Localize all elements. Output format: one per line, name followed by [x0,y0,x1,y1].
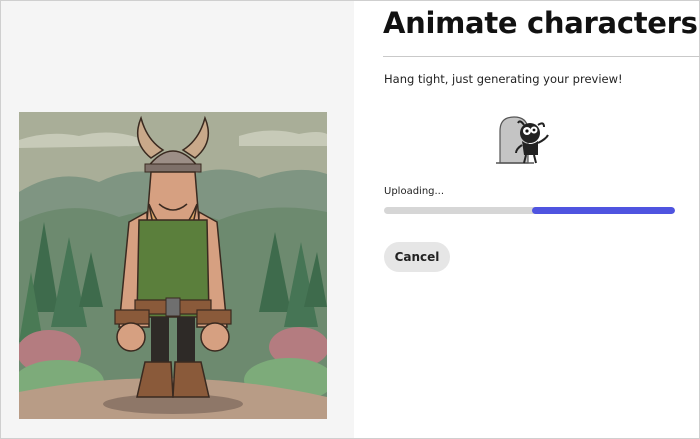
upload-progress-bar [384,207,675,214]
loading-mascot-icon [494,113,550,167]
progress-label: Uploading... [384,186,445,197]
character-preview-image [19,112,327,419]
progress-fill [532,207,675,214]
title-divider [383,56,700,57]
page-title: Animate characters [383,6,698,40]
status-message: Hang tight, just generating your preview… [384,72,623,86]
cancel-button[interactable]: Cancel [384,242,450,272]
